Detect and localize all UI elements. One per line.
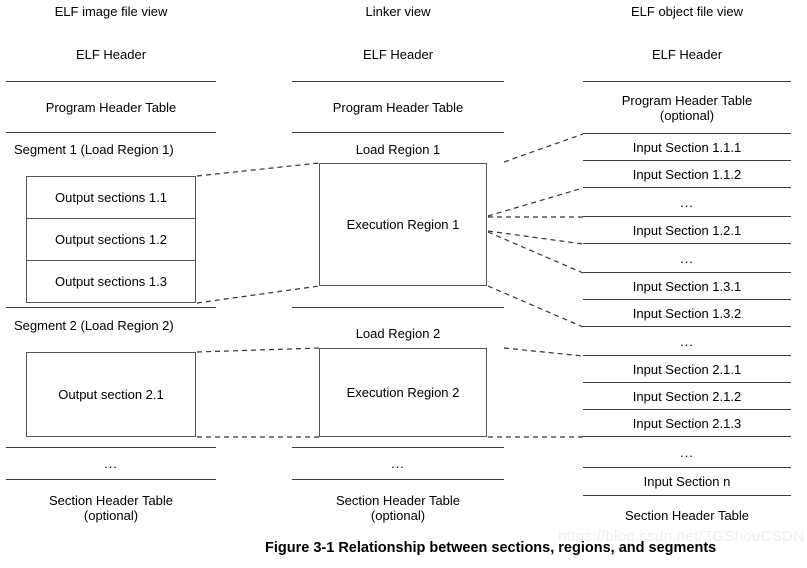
object-view-elf-header: ELF Header [583,27,791,82]
linker-view-ellipsis: ... [292,448,504,480]
image-view-output-section-2-1: Output section 2.1 [26,352,196,437]
object-view-ellipsis-4: ... [583,437,791,468]
linker-view-section-header-table: Section Header Table (optional) [292,480,504,535]
image-view-ellipsis: ... [6,448,216,480]
column-title-elf-image-file-view: ELF image file view [54,4,168,19]
image-view-output-section-1-1: Output sections 1.1 [26,176,196,219]
object-view-input-section-2-1-1: Input Section 2.1.1 [583,356,791,383]
connector-loadregion1-top-to-object [503,133,584,163]
object-view-ellipsis-1: ... [583,188,791,217]
image-view-output-section-1-3: Output sections 1.3 [26,261,196,303]
object-view-program-header-table-line-1: Program Header Table [621,92,753,108]
linker-view-execution-region-2: Execution Region 2 [319,348,487,437]
image-view-elf-header: ELF Header [6,27,216,82]
object-view-input-section-1-3-2: Input Section 1.3.2 [583,300,791,327]
linker-view-load-region-1-label: Load Region 1 [355,142,441,157]
linker-view-execution-region-1: Execution Region 1 [319,163,487,286]
object-view-input-section-2-1-3: Input Section 2.1.3 [583,410,791,437]
object-view-input-section-1-2-1: Input Section 1.2.1 [583,217,791,244]
linker-view-program-header-table: Program Header Table [292,82,504,133]
image-view-segment-1-label: Segment 1 (Load Region 1) [14,142,174,157]
connector-loadregion2-top-to-object [503,347,584,357]
image-view-output-section-1-2: Output sections 1.2 [26,219,196,261]
object-view-program-header-table-line-2: (optional) [659,107,715,123]
object-view-input-section-1-3-1: Input Section 1.3.1 [583,273,791,300]
column-title-linker-view: Linker view [365,4,431,19]
object-view-input-section-1-1-2: Input Section 1.1.2 [583,161,791,188]
diagram-canvas: ELF image file view Linker view ELF obje… [0,0,807,568]
image-view-section-header-table: Section Header Table (optional) [6,480,216,535]
linker-view-section-header-table-line-1: Section Header Table [335,492,461,508]
column-title-elf-object-file-view: ELF object file view [631,4,743,19]
image-view-section-header-table-line-1: Section Header Table [48,492,174,508]
object-view-ellipsis-3: ... [583,327,791,356]
figure-caption: Figure 3-1 Relationship between sections… [265,540,717,556]
linker-view-elf-header: ELF Header [292,27,504,82]
object-view-input-section-1-1-1: Input Section 1.1.1 [583,134,791,161]
image-view-program-header-table: Program Header Table [6,82,216,133]
image-view-section-header-table-line-2: (optional) [83,507,139,523]
object-view-program-header-table: Program Header Table (optional) [583,82,791,134]
object-view-ellipsis-2: ... [583,244,791,273]
object-view-input-section-2-1-2: Input Section 2.1.2 [583,383,791,410]
linker-view-section-header-table-line-2: (optional) [370,507,426,523]
object-view-input-section-n: Input Section n [583,468,791,496]
linker-view-load-region-2-label: Load Region 2 [355,326,441,341]
image-view-segment-2-label: Segment 2 (Load Region 2) [14,318,174,333]
